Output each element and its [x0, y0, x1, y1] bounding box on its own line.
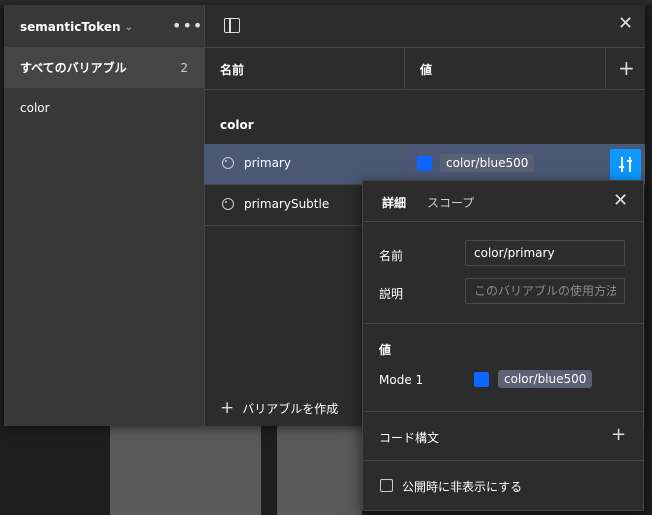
tab-detail[interactable]: 詳細: [382, 194, 406, 211]
close-icon[interactable]: ✕: [613, 190, 628, 211]
value-section-title: 値: [379, 343, 392, 357]
create-variable-label: バリアブルを作成: [242, 401, 339, 416]
variable-count: 2: [180, 60, 188, 75]
variable-name: primarySubtle: [244, 197, 330, 211]
sliders-icon-knob: [627, 160, 632, 162]
value-chip[interactable]: color/blue500: [440, 154, 535, 172]
hide-when-publishing-label: 公開時に非表示にする: [402, 480, 523, 494]
name-field[interactable]: [465, 240, 625, 266]
add-code-syntax-icon[interactable]: +: [611, 424, 626, 445]
sliders-icon-knob: [619, 166, 624, 168]
tab-scope[interactable]: スコープ: [427, 194, 474, 211]
canvas-frame-left: [110, 426, 261, 515]
column-header-value: 値: [420, 63, 433, 77]
table-row[interactable]: primary color/blue500: [204, 144, 645, 185]
divider: [363, 221, 643, 222]
close-icon[interactable]: ✕: [618, 15, 633, 33]
add-mode-icon[interactable]: +: [618, 56, 635, 80]
divider: [363, 323, 643, 324]
color-swatch: [417, 156, 432, 171]
sidebar-item-label: すべてのバリアブル: [20, 61, 127, 75]
description-label: 説明: [379, 287, 404, 301]
palette-icon: [222, 198, 234, 210]
sidebar-item-color[interactable]: color: [20, 101, 50, 115]
column-divider: [404, 144, 405, 184]
column-divider: [404, 48, 405, 89]
divider: [363, 411, 643, 412]
mode-value-chip[interactable]: color/blue500: [498, 370, 593, 388]
table-header: 名前 値 +: [204, 47, 645, 90]
sidebar-item-all-variables[interactable]: すべてのバリアブル 2: [4, 47, 204, 88]
description-field[interactable]: [465, 278, 625, 304]
variable-detail-popup: 詳細 スコープ ✕ 名前 説明 値 Mode 1 color/blue500 コ…: [362, 180, 644, 511]
code-syntax-label: コード構文: [379, 431, 440, 445]
canvas-frame-right: [277, 426, 362, 515]
collections-sidebar: semanticToken ⌄ ••• すべてのバリアブル 2 color: [4, 5, 205, 426]
sliders-icon: [621, 157, 623, 172]
collection-name: semanticToken: [20, 20, 121, 34]
mode-label: Mode 1: [379, 373, 424, 387]
name-label: 名前: [379, 249, 404, 263]
hide-when-publishing-checkbox[interactable]: [380, 479, 393, 492]
column-divider: [605, 48, 606, 89]
collection-selector[interactable]: semanticToken ⌄: [20, 19, 133, 35]
chevron-down-icon: ⌄: [124, 21, 133, 33]
create-variable-button[interactable]: + バリアブルを作成: [220, 398, 338, 418]
column-header-name: 名前: [220, 63, 245, 77]
more-icon[interactable]: •••: [172, 16, 203, 35]
color-swatch: [474, 372, 489, 387]
plus-icon: +: [220, 398, 235, 418]
divider: [363, 460, 643, 461]
group-label: color: [220, 118, 254, 132]
edit-variable-button[interactable]: [610, 149, 641, 180]
sidebar-toggle-icon[interactable]: [224, 18, 240, 33]
variable-name: primary: [244, 156, 291, 170]
palette-icon: [222, 157, 234, 169]
